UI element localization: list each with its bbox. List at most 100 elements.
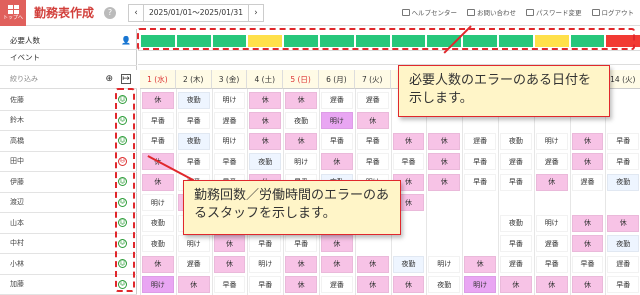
shift-cell[interactable]: 早番 xyxy=(213,153,246,170)
shift-cell[interactable]: 明け xyxy=(177,235,210,252)
shift-cell[interactable]: 遅番 xyxy=(321,91,353,109)
shift-cell[interactable]: 早番 xyxy=(249,276,282,293)
shift-cell[interactable]: 休 xyxy=(285,255,317,273)
next-month-button[interactable]: › xyxy=(249,8,263,18)
prev-month-button[interactable]: ‹ xyxy=(129,8,143,18)
shift-cell[interactable]: 遅番 xyxy=(356,91,389,109)
shift-cell[interactable]: 休 xyxy=(356,112,389,129)
shift-cell[interactable]: 休 xyxy=(535,276,568,293)
help-center-link[interactable]: ヘルプセンター xyxy=(401,7,457,17)
shift-cell[interactable]: 早番 xyxy=(607,132,640,150)
shift-cell[interactable]: 早番 xyxy=(285,235,317,252)
day-header[interactable]: 7 (火) xyxy=(354,70,391,89)
shift-cell[interactable]: 休 xyxy=(571,153,604,170)
shift-cell[interactable]: 休 xyxy=(571,214,604,232)
shift-cell[interactable]: 早番 xyxy=(356,153,389,170)
shift-cell[interactable]: 休 xyxy=(321,235,353,252)
shift-cell[interactable]: 休 xyxy=(464,255,496,273)
shift-cell[interactable]: 明け xyxy=(142,276,174,293)
day-header[interactable]: 14 (火) xyxy=(605,70,640,89)
shift-cell[interactable]: 休 xyxy=(177,276,210,293)
password-change-link[interactable]: パスワード変更 xyxy=(526,7,582,17)
zoom-icon[interactable]: ⊕ xyxy=(105,74,113,84)
day-header[interactable]: 2 (木) xyxy=(175,70,212,89)
shift-cell[interactable]: 休 xyxy=(571,132,604,150)
shift-cell[interactable]: 休 xyxy=(392,132,425,150)
logout-link[interactable]: ログアウト xyxy=(591,7,634,17)
shift-cell[interactable]: 休 xyxy=(321,153,353,170)
shift-cell[interactable]: 休 xyxy=(285,132,317,150)
day-header[interactable]: 6 (月) xyxy=(319,70,355,89)
shift-cell[interactable]: 明け xyxy=(285,153,317,170)
filter-input[interactable]: 絞り込み xyxy=(10,74,94,84)
shift-cell[interactable]: 夜勤 xyxy=(285,112,317,129)
shift-cell[interactable]: 休 xyxy=(392,276,425,293)
shift-cell[interactable]: 休 xyxy=(285,91,317,109)
export-icon[interactable]: ↦ xyxy=(121,74,131,84)
shift-cell[interactable]: 休 xyxy=(356,255,389,273)
shift-cell[interactable]: 休 xyxy=(428,132,461,150)
shift-cell[interactable]: 休 xyxy=(428,173,461,191)
shift-cell[interactable]: 早番 xyxy=(464,173,496,191)
shift-cell[interactable]: 休 xyxy=(285,276,317,293)
contact-link[interactable]: お問い合わせ xyxy=(467,7,516,17)
shift-cell[interactable]: 夜勤 xyxy=(392,255,425,273)
shift-cell[interactable]: 遅番 xyxy=(321,276,353,293)
shift-cell[interactable]: 早番 xyxy=(607,153,640,170)
shift-cell[interactable]: 早番 xyxy=(249,235,282,252)
shift-cell[interactable]: 早番 xyxy=(607,276,640,293)
shift-cell[interactable]: 早番 xyxy=(356,132,389,150)
shift-cell[interactable]: 明け xyxy=(142,194,174,211)
shift-cell[interactable]: 早番 xyxy=(392,153,425,170)
shift-cell[interactable]: 休 xyxy=(321,255,353,273)
help-icon[interactable]: ? xyxy=(104,6,117,19)
shift-cell[interactable]: 早番 xyxy=(500,173,532,191)
shift-cell[interactable]: 夜勤 xyxy=(249,153,282,170)
shift-cell[interactable]: 遅番 xyxy=(607,255,640,273)
shift-cell[interactable]: 明け xyxy=(321,112,353,129)
shift-cell[interactable]: 休 xyxy=(142,255,174,273)
shift-cell[interactable]: 休 xyxy=(142,91,174,109)
shift-cell[interactable]: 休 xyxy=(428,153,461,170)
shift-cell[interactable]: 遅番 xyxy=(500,255,532,273)
shift-cell[interactable]: 夜勤 xyxy=(428,276,461,293)
shift-cell[interactable]: 早番 xyxy=(464,153,496,170)
shift-cell[interactable]: 明け xyxy=(535,214,568,232)
shift-cell[interactable]: 遅番 xyxy=(213,112,246,129)
shift-cell[interactable]: 早番 xyxy=(213,276,246,293)
shift-cell[interactable]: 遅番 xyxy=(500,153,532,170)
shift-cell[interactable]: 早番 xyxy=(500,235,532,252)
shift-cell[interactable]: 遅番 xyxy=(535,235,568,252)
shift-cell[interactable]: 休 xyxy=(249,91,282,109)
shift-cell[interactable]: 明け xyxy=(213,91,246,109)
shift-cell[interactable]: 明け xyxy=(535,132,568,150)
shift-cell[interactable]: 夜勤 xyxy=(142,235,174,252)
shift-cell[interactable]: 休 xyxy=(142,173,174,191)
day-header[interactable]: 4 (土) xyxy=(247,70,284,89)
person-icon[interactable]: 👤 xyxy=(121,36,131,45)
shift-cell[interactable]: 休 xyxy=(535,173,568,191)
shift-cell[interactable]: 夜勤 xyxy=(142,214,174,232)
shift-cell[interactable]: 夜勤 xyxy=(177,132,210,150)
shift-cell[interactable]: 休 xyxy=(213,235,246,252)
shift-cell[interactable]: 夜勤 xyxy=(500,214,532,232)
shift-cell[interactable]: 早番 xyxy=(321,132,353,150)
shift-cell[interactable]: 夜勤 xyxy=(607,173,640,191)
shift-cell[interactable]: 休 xyxy=(571,235,604,252)
shift-cell[interactable]: 遅番 xyxy=(535,153,568,170)
home-button[interactable]: トップへ xyxy=(0,0,26,26)
shift-cell[interactable]: 明け xyxy=(213,132,246,150)
shift-cell[interactable]: 早番 xyxy=(177,112,210,129)
shift-cell[interactable]: 早番 xyxy=(535,255,568,273)
shift-cell[interactable]: 休 xyxy=(607,214,640,232)
day-header[interactable]: 3 (金) xyxy=(211,70,248,89)
shift-cell[interactable]: 休 xyxy=(500,276,532,293)
shift-cell[interactable]: 早番 xyxy=(142,112,174,129)
shift-cell[interactable]: 休 xyxy=(249,132,282,150)
shift-cell[interactable]: 休 xyxy=(356,276,389,293)
shift-cell[interactable]: 明け xyxy=(428,255,461,273)
shift-cell[interactable]: 早番 xyxy=(571,255,604,273)
date-range[interactable]: 2025/01/01～2025/01/31 xyxy=(143,4,249,21)
shift-cell[interactable]: 休 xyxy=(571,276,604,293)
shift-cell[interactable]: 遅番 xyxy=(571,173,604,191)
